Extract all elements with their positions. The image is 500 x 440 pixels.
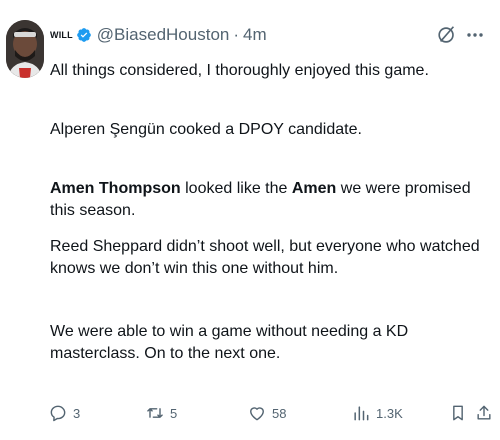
avatar-image <box>6 20 44 78</box>
tweet-header: WILL @BiasedHouston · 4m <box>50 24 486 46</box>
tweet-paragraph-3: Amen Thompson looked like the Amen we we… <box>50 178 490 222</box>
more-dots-icon <box>467 33 483 37</box>
reply-count: 3 <box>73 405 81 421</box>
tweet-paragraph-5: We were able to win a game without needi… <box>50 323 409 362</box>
reply-icon <box>50 405 66 422</box>
like-count: 58 <box>272 405 287 421</box>
bookmark-icon <box>453 405 463 421</box>
share-button[interactable] <box>474 400 494 426</box>
share-icon <box>477 405 491 420</box>
tweet-text-fragment: looked like the <box>180 180 292 197</box>
tweet-timestamp[interactable]: 4m <box>243 25 267 45</box>
tweet-action-bar: 3 5 58 1.3K <box>48 400 491 426</box>
bold-word-amen: Amen <box>291 180 337 197</box>
tweet-paragraph-4: Reed Sheppard didn’t shoot well, but eve… <box>50 238 480 277</box>
avatar[interactable] <box>6 20 44 78</box>
separator-dot: · <box>233 25 240 44</box>
bookmark-button[interactable] <box>448 400 468 426</box>
views-button[interactable]: 1.3K <box>351 400 403 426</box>
tweet-card[interactable]: WILL @BiasedHouston · 4m All things cons… <box>0 0 500 440</box>
retweet-icon <box>147 408 163 418</box>
like-button[interactable]: 58 <box>247 400 286 426</box>
heart-icon <box>250 407 264 421</box>
tweet-paragraph-1: All things considered, I thoroughly enjo… <box>50 62 429 79</box>
tweet-paragraph-2: Alperen Şengün cooked a DPOY candidate. <box>50 121 362 138</box>
retweet-count: 5 <box>170 405 178 421</box>
bold-name-amen-thompson: Amen Thompson <box>50 180 181 197</box>
views-count: 1.3K <box>376 405 403 421</box>
retweet-button[interactable]: 5 <box>145 400 177 426</box>
views-icon <box>354 406 369 421</box>
grok-icon[interactable] <box>436 24 458 46</box>
reply-button[interactable]: 3 <box>48 400 80 426</box>
verified-badge-icon <box>76 28 91 42</box>
author-display-name[interactable]: WILL <box>50 30 73 40</box>
author-handle[interactable]: @BiasedHouston <box>97 25 230 45</box>
more-options-button[interactable] <box>464 24 486 46</box>
